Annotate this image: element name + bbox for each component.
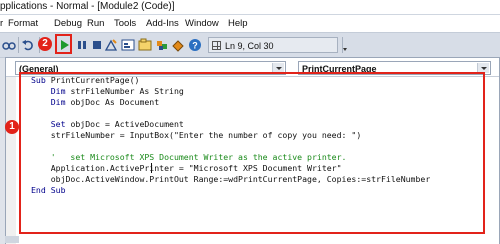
menu-item-add-ins[interactable]: Add-Ins: [146, 15, 179, 32]
menu-item-run[interactable]: Run: [87, 15, 104, 32]
code-line[interactable]: strFileNumber = InputBox("Enter the numb…: [31, 130, 362, 140]
margin-indicator-bar[interactable]: [6, 77, 16, 244]
text-cursor: [151, 163, 152, 173]
code-comment-line[interactable]: ' set Microsoft XPS Document Writer as t…: [31, 152, 347, 162]
step-badge-1: 1: [5, 120, 19, 134]
svg-text:?: ?: [192, 41, 198, 51]
menu-item-help[interactable]: Help: [228, 15, 248, 32]
break-icon[interactable]: [75, 38, 89, 52]
properties-window-icon[interactable]: [138, 38, 152, 52]
code-line[interactable]: End Sub: [31, 185, 66, 195]
title-bar: pplications - Normal - [Module2 (Code)]: [0, 0, 500, 15]
menu-bar: r Format Debug Run Tools Add-Ins Window …: [0, 15, 500, 32]
code-line[interactable]: Application.ActivePrinter = "Microsoft X…: [31, 163, 342, 173]
help-icon[interactable]: ?: [188, 38, 202, 52]
code-line[interactable]: Dim objDoc As Document: [31, 97, 159, 107]
code-line[interactable]: Set objDoc = ActiveDocument: [31, 119, 184, 129]
menu-item-format[interactable]: Format: [8, 15, 38, 32]
find-icon[interactable]: [2, 38, 16, 52]
undo-icon[interactable]: [21, 38, 35, 52]
toolbox-icon[interactable]: [171, 38, 185, 52]
step-badge-2: 2: [38, 37, 52, 51]
window-title: pplications - Normal - [Module2 (Code)]: [0, 1, 175, 12]
project-explorer-icon[interactable]: [121, 38, 135, 52]
menu-item-tools[interactable]: Tools: [114, 15, 136, 32]
code-line[interactable]: objDoc.ActiveWindow.PrintOut Range:=wdPr…: [31, 174, 431, 184]
menu-item-debug[interactable]: Debug: [54, 15, 82, 32]
toolbar-options-icon[interactable]: [343, 48, 347, 52]
code-line[interactable]: Sub PrintCurrentPage(): [31, 75, 139, 85]
design-mode-icon[interactable]: [104, 38, 118, 52]
menu-item-window[interactable]: Window: [185, 15, 219, 32]
standard-toolbar: ? Ln 9, Col 30: [0, 32, 500, 58]
object-browser-icon[interactable]: [155, 38, 169, 52]
run-highlight: [55, 34, 72, 54]
menu-item-view[interactable]: r: [0, 15, 3, 32]
position-text: Ln 9, Col 30: [225, 41, 274, 51]
cursor-position-readout: Ln 9, Col 30: [208, 37, 338, 53]
view-buttons[interactable]: [5, 236, 19, 243]
code-line[interactable]: Dim strFileNumber As String: [31, 86, 184, 96]
grid-icon: [212, 41, 221, 50]
reset-icon[interactable]: [90, 38, 104, 52]
